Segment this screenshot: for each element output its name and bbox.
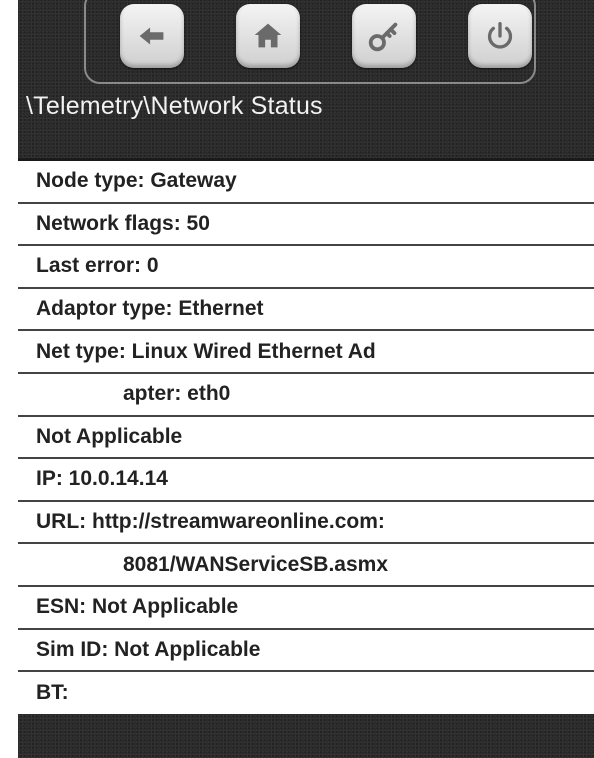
power-icon	[487, 21, 513, 49]
back-button[interactable]	[120, 4, 184, 68]
list-item: Net type: Linux Wired Ethernet Ad	[18, 331, 594, 374]
device-screen: \Telemetry\Network Status Node type: Gat…	[18, 0, 594, 758]
breadcrumb: \Telemetry\Network Status	[26, 92, 323, 120]
list-item: URL: http://streamwareonline.com:	[18, 502, 594, 545]
list-item: Network flags: 50	[18, 204, 594, 247]
list-item: Not Applicable	[18, 417, 594, 460]
toolbar	[84, 0, 536, 84]
arrow-left-icon	[139, 27, 164, 45]
list-item: Adaptor type: Ethernet	[18, 289, 594, 332]
list-item: apter: eth0	[18, 374, 594, 417]
home-icon	[254, 23, 282, 48]
key-button[interactable]	[352, 4, 416, 68]
home-button[interactable]	[236, 4, 300, 68]
list-item: Node type: Gateway	[18, 161, 594, 204]
power-button[interactable]	[468, 4, 532, 68]
list-item: Sim ID: Not Applicable	[18, 630, 594, 673]
list-item: IP: 10.0.14.14	[18, 459, 594, 502]
network-status-list: Node type: Gateway Network flags: 50 Last …	[18, 158, 594, 714]
key-icon	[368, 22, 398, 52]
list-item: ESN: Not Applicable	[18, 587, 594, 630]
list-item: 8081/WANServiceSB.asmx	[18, 544, 594, 587]
list-item: Last error: 0	[18, 246, 594, 289]
list-item: BT:	[36, 681, 69, 705]
